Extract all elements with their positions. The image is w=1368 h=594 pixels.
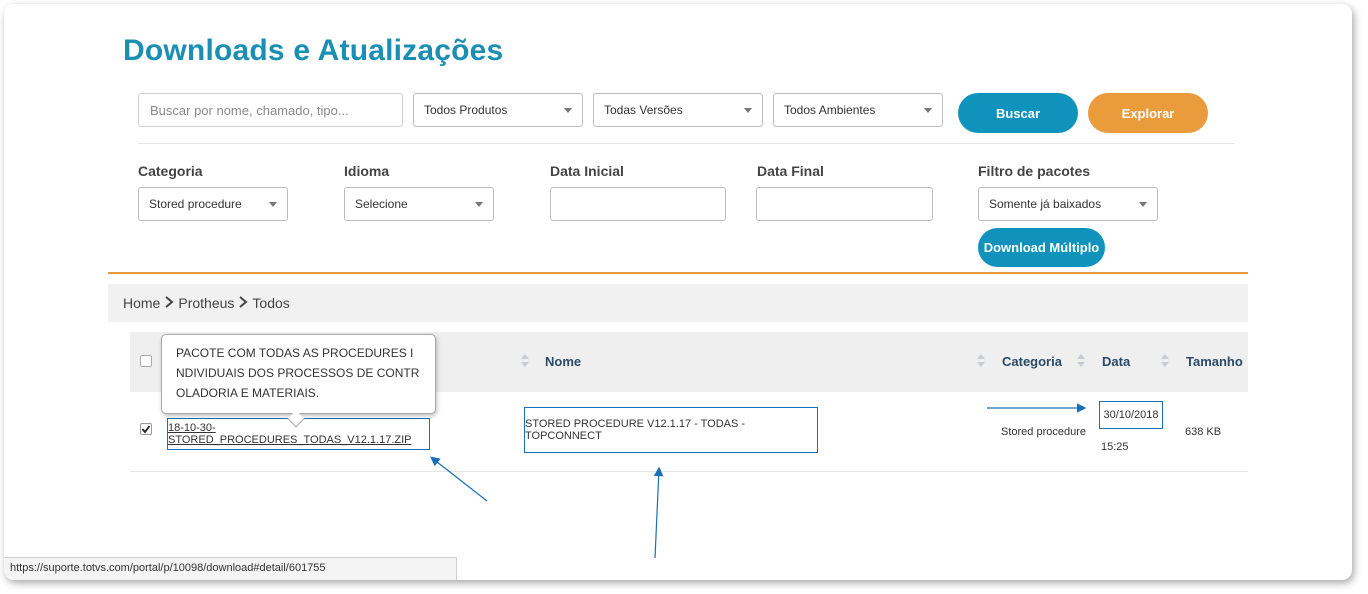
status-bar-url: https://suporte.totvs.com/portal/p/10098…	[4, 557, 457, 580]
annotation-arrows	[430, 403, 1087, 559]
browser-frame: Downloads e Atualizações Todos Produtos …	[4, 4, 1352, 580]
arrow-to-name-cell	[653, 466, 664, 559]
arrow-to-file-link	[430, 456, 488, 502]
